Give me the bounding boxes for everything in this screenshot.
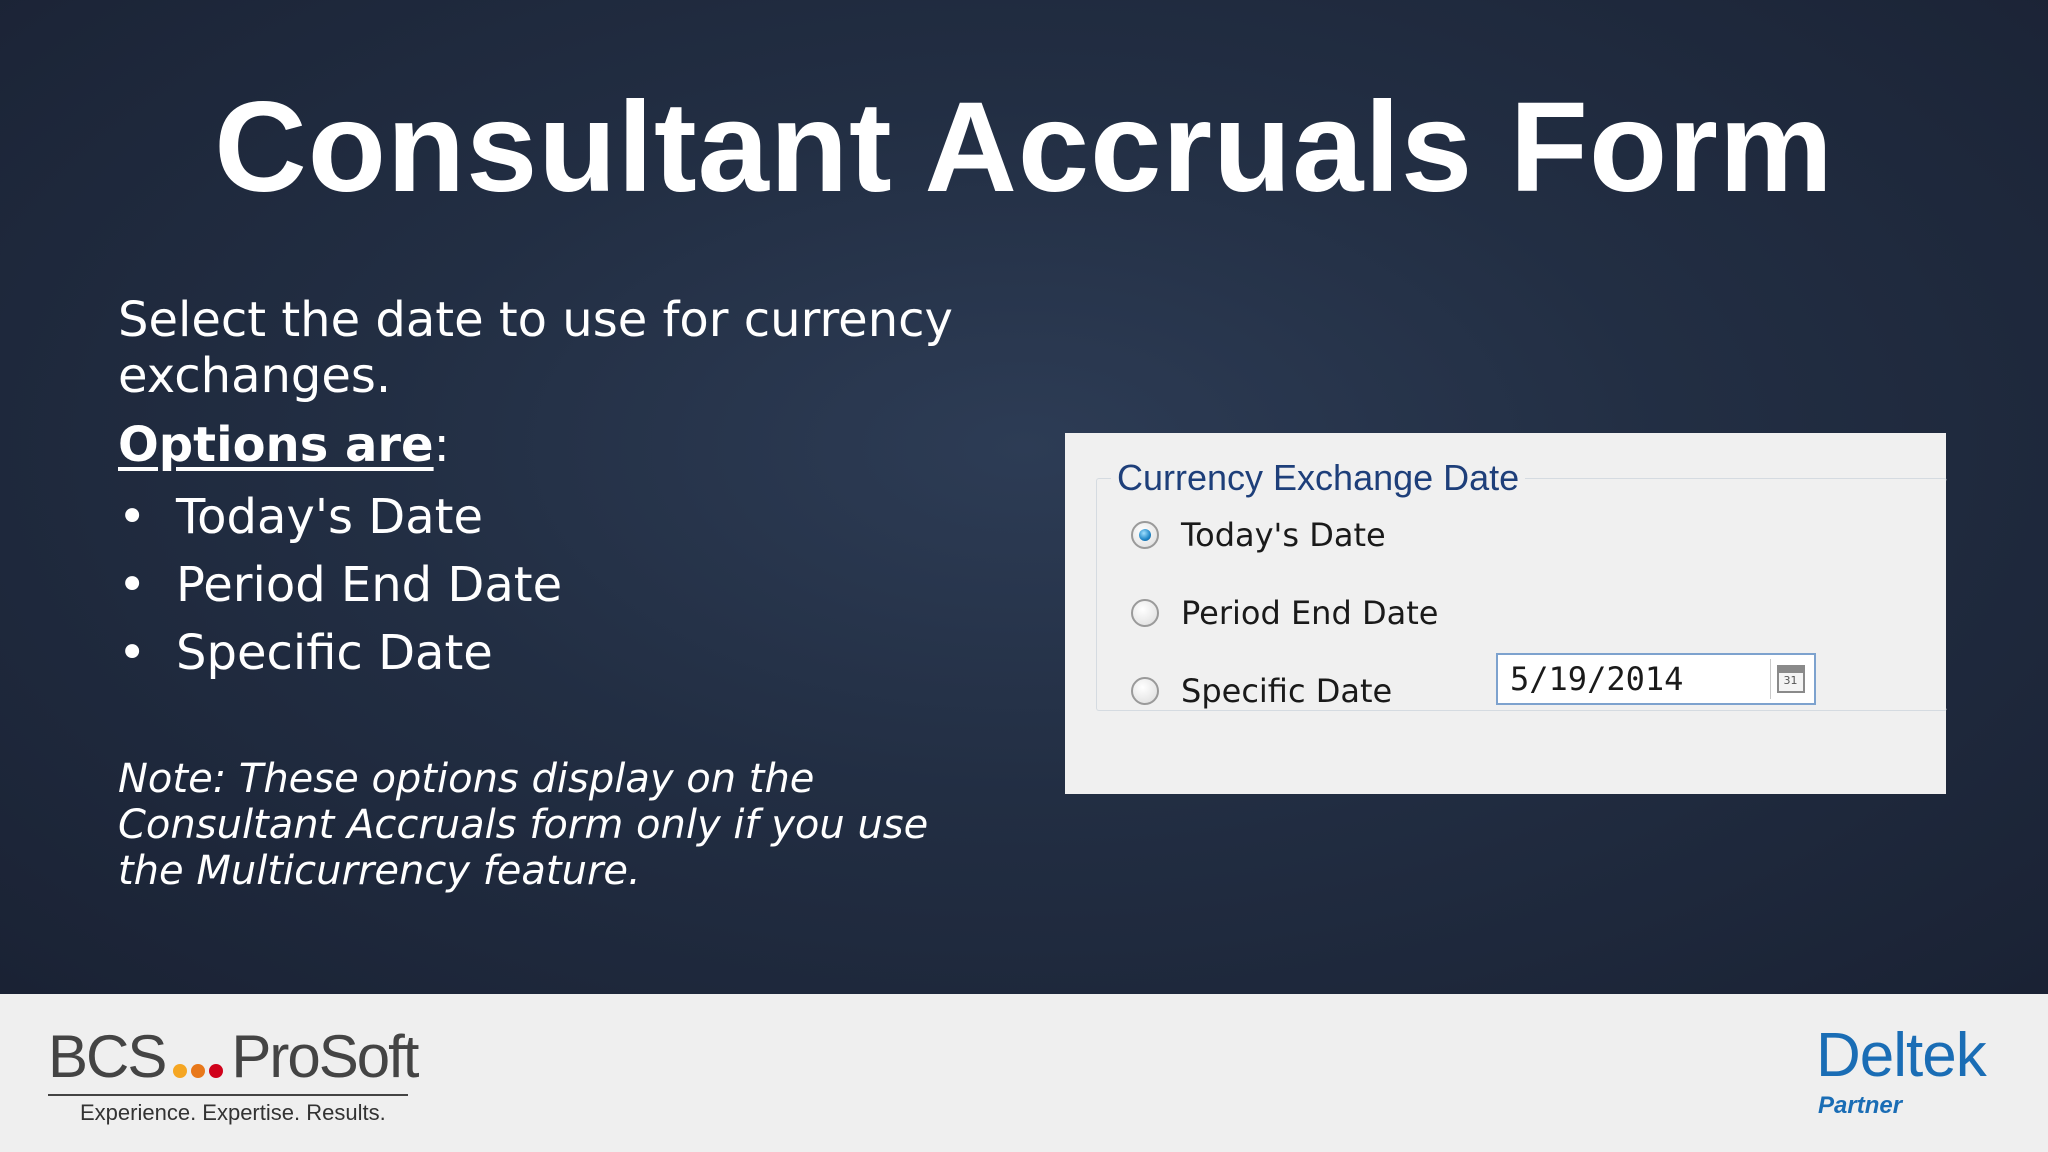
options-heading-label: Options are [118,417,434,473]
radio-label: Specific Date [1181,672,1393,710]
group-title: Currency Exchange Date [1111,455,1526,501]
deltek-partner-label: Partner [1818,1092,1903,1119]
radio-label: Period End Date [1181,594,1439,632]
radio-period-end-date[interactable]: Period End Date [1131,588,1438,638]
dialog-screenshot: Currency Exchange Date Today's Date Peri… [1065,433,1947,794]
bcs-left-text: BCS [48,1023,167,1090]
logo-dot-yellow [173,1064,188,1078]
bullet-icon: • [118,489,147,545]
list-item: • Today's Date [118,483,562,551]
option-label: Today's Date [176,489,484,545]
logo-divider [48,1094,408,1096]
logo-dot-red [209,1064,224,1078]
list-item: • Specific Date [118,619,562,687]
options-list: • Today's Date • Period End Date • Speci… [118,483,562,687]
specific-date-input[interactable]: 5/19/2014 31 [1496,653,1816,705]
bcs-right-text: ProSoft [231,1023,419,1090]
radio-label: Today's Date [1181,516,1386,554]
radio-specific-date[interactable]: Specific Date [1131,666,1392,716]
bullet-icon: • [118,557,147,613]
deltek-partner-logo: Deltek Partner [1816,1020,1987,1120]
bullet-icon: • [118,625,147,681]
option-label: Period End Date [176,557,563,613]
calendar-icon[interactable]: 31 [1776,665,1805,693]
bcs-prosoft-logo: BCS ProSoft Experience. Expertise. Resul… [48,1023,419,1128]
slide-background: Consultant Accruals Form Select the date… [0,0,2048,994]
calendar-button[interactable]: 31 [1770,659,1810,699]
options-heading: Options are: [118,415,450,475]
date-value[interactable]: 5/19/2014 [1510,659,1683,699]
options-heading-colon: : [433,417,450,473]
option-label: Specific Date [176,625,493,681]
deltek-wordmark: Deltek [1816,1021,1987,1090]
bcs-wordmark: BCS ProSoft [48,1023,419,1090]
list-item: • Period End Date [118,551,562,619]
logo-dots-icon [171,1064,225,1078]
calendar-icon-day: 31 [1783,674,1798,687]
radio-todays-date[interactable]: Today's Date [1131,510,1386,560]
radio-button[interactable] [1131,599,1159,627]
intro-text: Select the date to use for currency exch… [118,292,953,404]
page-title: Consultant Accruals Form [214,76,1834,219]
footer-bar: BCS ProSoft Experience. Expertise. Resul… [0,994,2048,1152]
logo-dot-orange [191,1064,206,1078]
bcs-tagline: Experience. Expertise. Results. [80,1100,386,1125]
note-text: Note: These options display on the Consu… [118,756,929,894]
radio-button-checked[interactable] [1131,521,1159,549]
radio-button[interactable] [1131,677,1159,705]
